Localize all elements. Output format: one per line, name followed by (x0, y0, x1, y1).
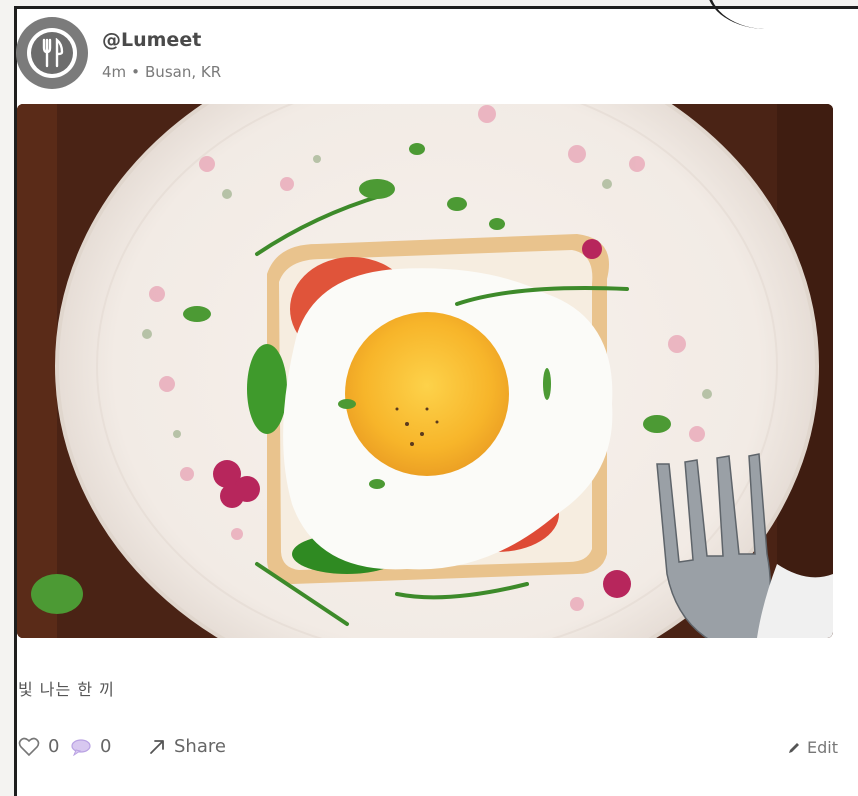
post-meta: 4m • Busan, KR (102, 63, 221, 81)
post-header: @Lumeet 4m • Busan, KR (16, 17, 796, 97)
like-count: 0 (48, 736, 60, 757)
post-photo[interactable] (17, 104, 833, 638)
comment-count: 0 (100, 736, 112, 757)
fork-knife-icon (42, 38, 64, 68)
post-actions: 0 0 Share Edit (18, 736, 838, 766)
edit-label: Edit (807, 738, 838, 757)
post-location: Busan, KR (145, 63, 222, 81)
heart-icon (18, 737, 40, 756)
share-button[interactable]: Share (148, 736, 226, 757)
like-button[interactable]: 0 (18, 736, 59, 757)
pencil-icon (789, 742, 800, 753)
food-photo (17, 104, 833, 638)
post-time: 4m (102, 63, 127, 81)
arrow-up-right-icon (150, 739, 164, 754)
comment-icon (71, 738, 91, 756)
meta-separator: • (131, 63, 141, 81)
avatar-ring (27, 28, 77, 78)
share-label: Share (174, 736, 226, 757)
comment-button[interactable]: 0 (70, 736, 111, 757)
post-caption: 빛 나는 한 끼 (18, 680, 115, 699)
edit-button[interactable]: Edit (787, 738, 838, 757)
username[interactable]: @Lumeet (102, 29, 201, 51)
avatar-core (31, 32, 73, 74)
avatar[interactable] (16, 17, 88, 89)
